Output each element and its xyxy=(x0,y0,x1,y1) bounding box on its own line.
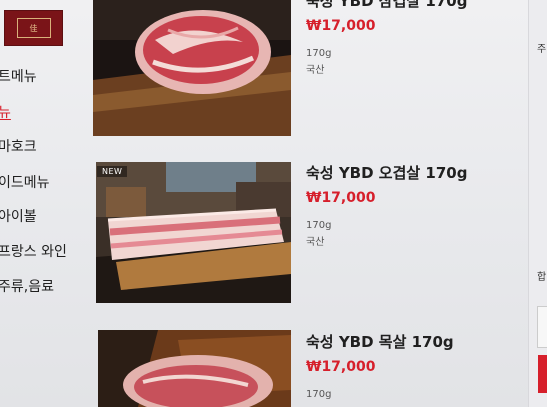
product-card-3[interactable]: 숙성 YBD 목살 170g ₩17,000 170g xyxy=(306,331,526,400)
menu-page: 佳 트메뉴 뉴 마호크 이드메뉴 아이볼 프랑스 와인 주류,음료 숙성 YBD… xyxy=(0,0,547,407)
product-card-2[interactable]: 숙성 YBD 오겹살 170g ₩17,000 170g 국산 xyxy=(306,162,526,248)
sidebar-item-side-menu[interactable]: 이드메뉴 xyxy=(0,172,50,192)
product-card-1[interactable]: 숙성 YBD 삼겹살 170g ₩17,000 170g 국산 xyxy=(306,0,526,76)
logo-mark: 佳 xyxy=(16,18,51,38)
product-price: ₩17,000 xyxy=(306,359,376,375)
product-photo-ogyeopsal[interactable] xyxy=(96,162,291,303)
sidebar-item-drinks[interactable]: 주류,음료 xyxy=(0,276,54,296)
product-weight: 170g xyxy=(306,220,332,231)
product-price: ₩17,000 xyxy=(306,18,376,34)
sidebar-item-highball[interactable]: 아이볼 xyxy=(0,206,37,226)
product-weight: 170g xyxy=(306,48,332,59)
cart-panel-total-label: 합 xyxy=(537,272,547,283)
order-button[interactable] xyxy=(538,355,547,393)
cart-panel-box[interactable] xyxy=(537,306,547,348)
sidebar-item-menu-active[interactable]: 뉴 xyxy=(0,102,11,122)
product-origin: 국산 xyxy=(306,65,325,76)
product-origin: 국산 xyxy=(306,237,325,248)
product-name: 숙성 YBD 목살 170g xyxy=(306,333,454,351)
product-photo-pork-belly[interactable] xyxy=(93,0,291,136)
sidebar-item-french-wine[interactable]: 프랑스 와인 xyxy=(0,241,67,261)
restaurant-logo[interactable]: 佳 xyxy=(4,10,63,46)
product-photo-moksal[interactable] xyxy=(98,330,291,407)
product-name: 숙성 YBD 삼겹살 170g xyxy=(306,0,468,10)
new-badge: NEW xyxy=(97,166,128,177)
cart-panel-title: 주 xyxy=(537,44,547,55)
sidebar-item-set-menu[interactable]: 트메뉴 xyxy=(0,66,37,86)
product-name: 숙성 YBD 오겹살 170g xyxy=(306,164,468,182)
product-price: ₩17,000 xyxy=(306,190,376,206)
product-weight: 170g xyxy=(306,389,332,400)
sidebar-item-tomahawk[interactable]: 마호크 xyxy=(0,136,37,156)
